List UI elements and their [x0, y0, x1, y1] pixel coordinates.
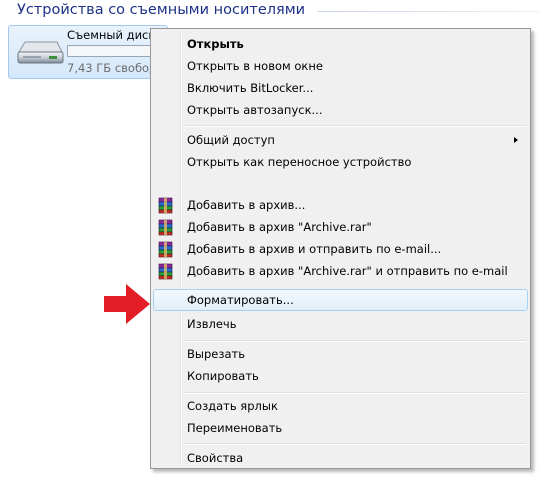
menu-item-label: Добавить в архив "Archive.rar" и отправи…	[187, 264, 508, 278]
menu-item-properties[interactable]: Свойства	[153, 447, 528, 469]
menu-item-label: Включить BitLocker...	[187, 81, 314, 95]
menu-item-open-as-portable[interactable]: Открыть как переносное устройство	[153, 151, 528, 173]
menu-item-label: Добавить в архив...	[187, 198, 306, 212]
menu-separator	[183, 340, 526, 342]
menu-item-label: Открыть	[187, 37, 244, 51]
menu-item-label: Вырезать	[187, 347, 245, 361]
menu-item-open-autoplay[interactable]: Открыть автозапуск...	[153, 99, 528, 121]
menu-item-label: Создать ярлык	[187, 399, 278, 413]
menu-item-rename[interactable]: Переименовать	[153, 417, 528, 439]
menu-item-add-to-archive[interactable]: Добавить в архив...	[153, 194, 528, 216]
menu-item-cut[interactable]: Вырезать	[153, 343, 528, 365]
menu-item-label: Открыть как переносное устройство	[187, 155, 412, 169]
menu-separator	[183, 392, 526, 394]
menu-item-label: Извлечь	[187, 317, 237, 331]
removable-drive-tile[interactable]: Съемный диск 7,43 ГБ свободно	[8, 25, 172, 79]
drive-name: Съемный диск	[67, 28, 156, 42]
menu-item-label: Общий доступ	[187, 133, 275, 147]
menu-item-label: Свойства	[187, 451, 244, 465]
menu-item-add-to-archive-email[interactable]: Добавить в архив и отправить по e-mail..…	[153, 238, 528, 260]
menu-separator	[183, 125, 526, 127]
menu-item-share-with[interactable]: Общий доступ	[153, 129, 528, 151]
menu-item-format[interactable]: Форматировать...	[153, 289, 528, 311]
usb-drive-icon	[17, 41, 64, 64]
menu-item-eject[interactable]: Извлечь	[153, 313, 528, 335]
menu-item-label: Открыть автозапуск...	[187, 103, 323, 117]
menu-item-open[interactable]: Открыть	[153, 33, 528, 55]
menu-item-label: Открыть в новом окне	[187, 59, 323, 73]
winrar-icon	[158, 241, 173, 258]
group-divider	[318, 11, 540, 12]
submenu-arrow-icon	[514, 137, 518, 143]
menu-item-label: Переименовать	[187, 421, 283, 435]
winrar-icon	[158, 263, 173, 280]
menu-item-add-to-archive-rar-email[interactable]: Добавить в архив "Archive.rar" и отправи…	[153, 260, 528, 282]
winrar-icon	[158, 197, 173, 214]
winrar-icon	[158, 219, 173, 236]
red-arrow-icon	[104, 284, 150, 324]
menu-item-enable-bitlocker[interactable]: Включить BitLocker...	[153, 77, 528, 99]
menu-item-open-new-window[interactable]: Открыть в новом окне	[153, 55, 528, 77]
menu-item-create-shortcut[interactable]: Создать ярлык	[153, 395, 528, 417]
menu-item-add-to-archive-rar[interactable]: Добавить в архив "Archive.rar"	[153, 216, 528, 238]
group-header: Устройства со съемными носителями	[0, 0, 540, 22]
menu-item-label: Добавить в архив "Archive.rar"	[187, 220, 372, 234]
menu-item-label: Форматировать...	[187, 293, 294, 307]
menu-item-label: Копировать	[187, 369, 259, 383]
menu-separator	[183, 443, 526, 445]
menu-item-copy[interactable]: Копировать	[153, 365, 528, 387]
menu-item-label: Добавить в архив и отправить по e-mail..…	[187, 242, 442, 256]
context-menu: Открыть Открыть в новом окне Включить Bi…	[150, 28, 531, 469]
group-title: Устройства со съемными носителями	[17, 2, 306, 18]
